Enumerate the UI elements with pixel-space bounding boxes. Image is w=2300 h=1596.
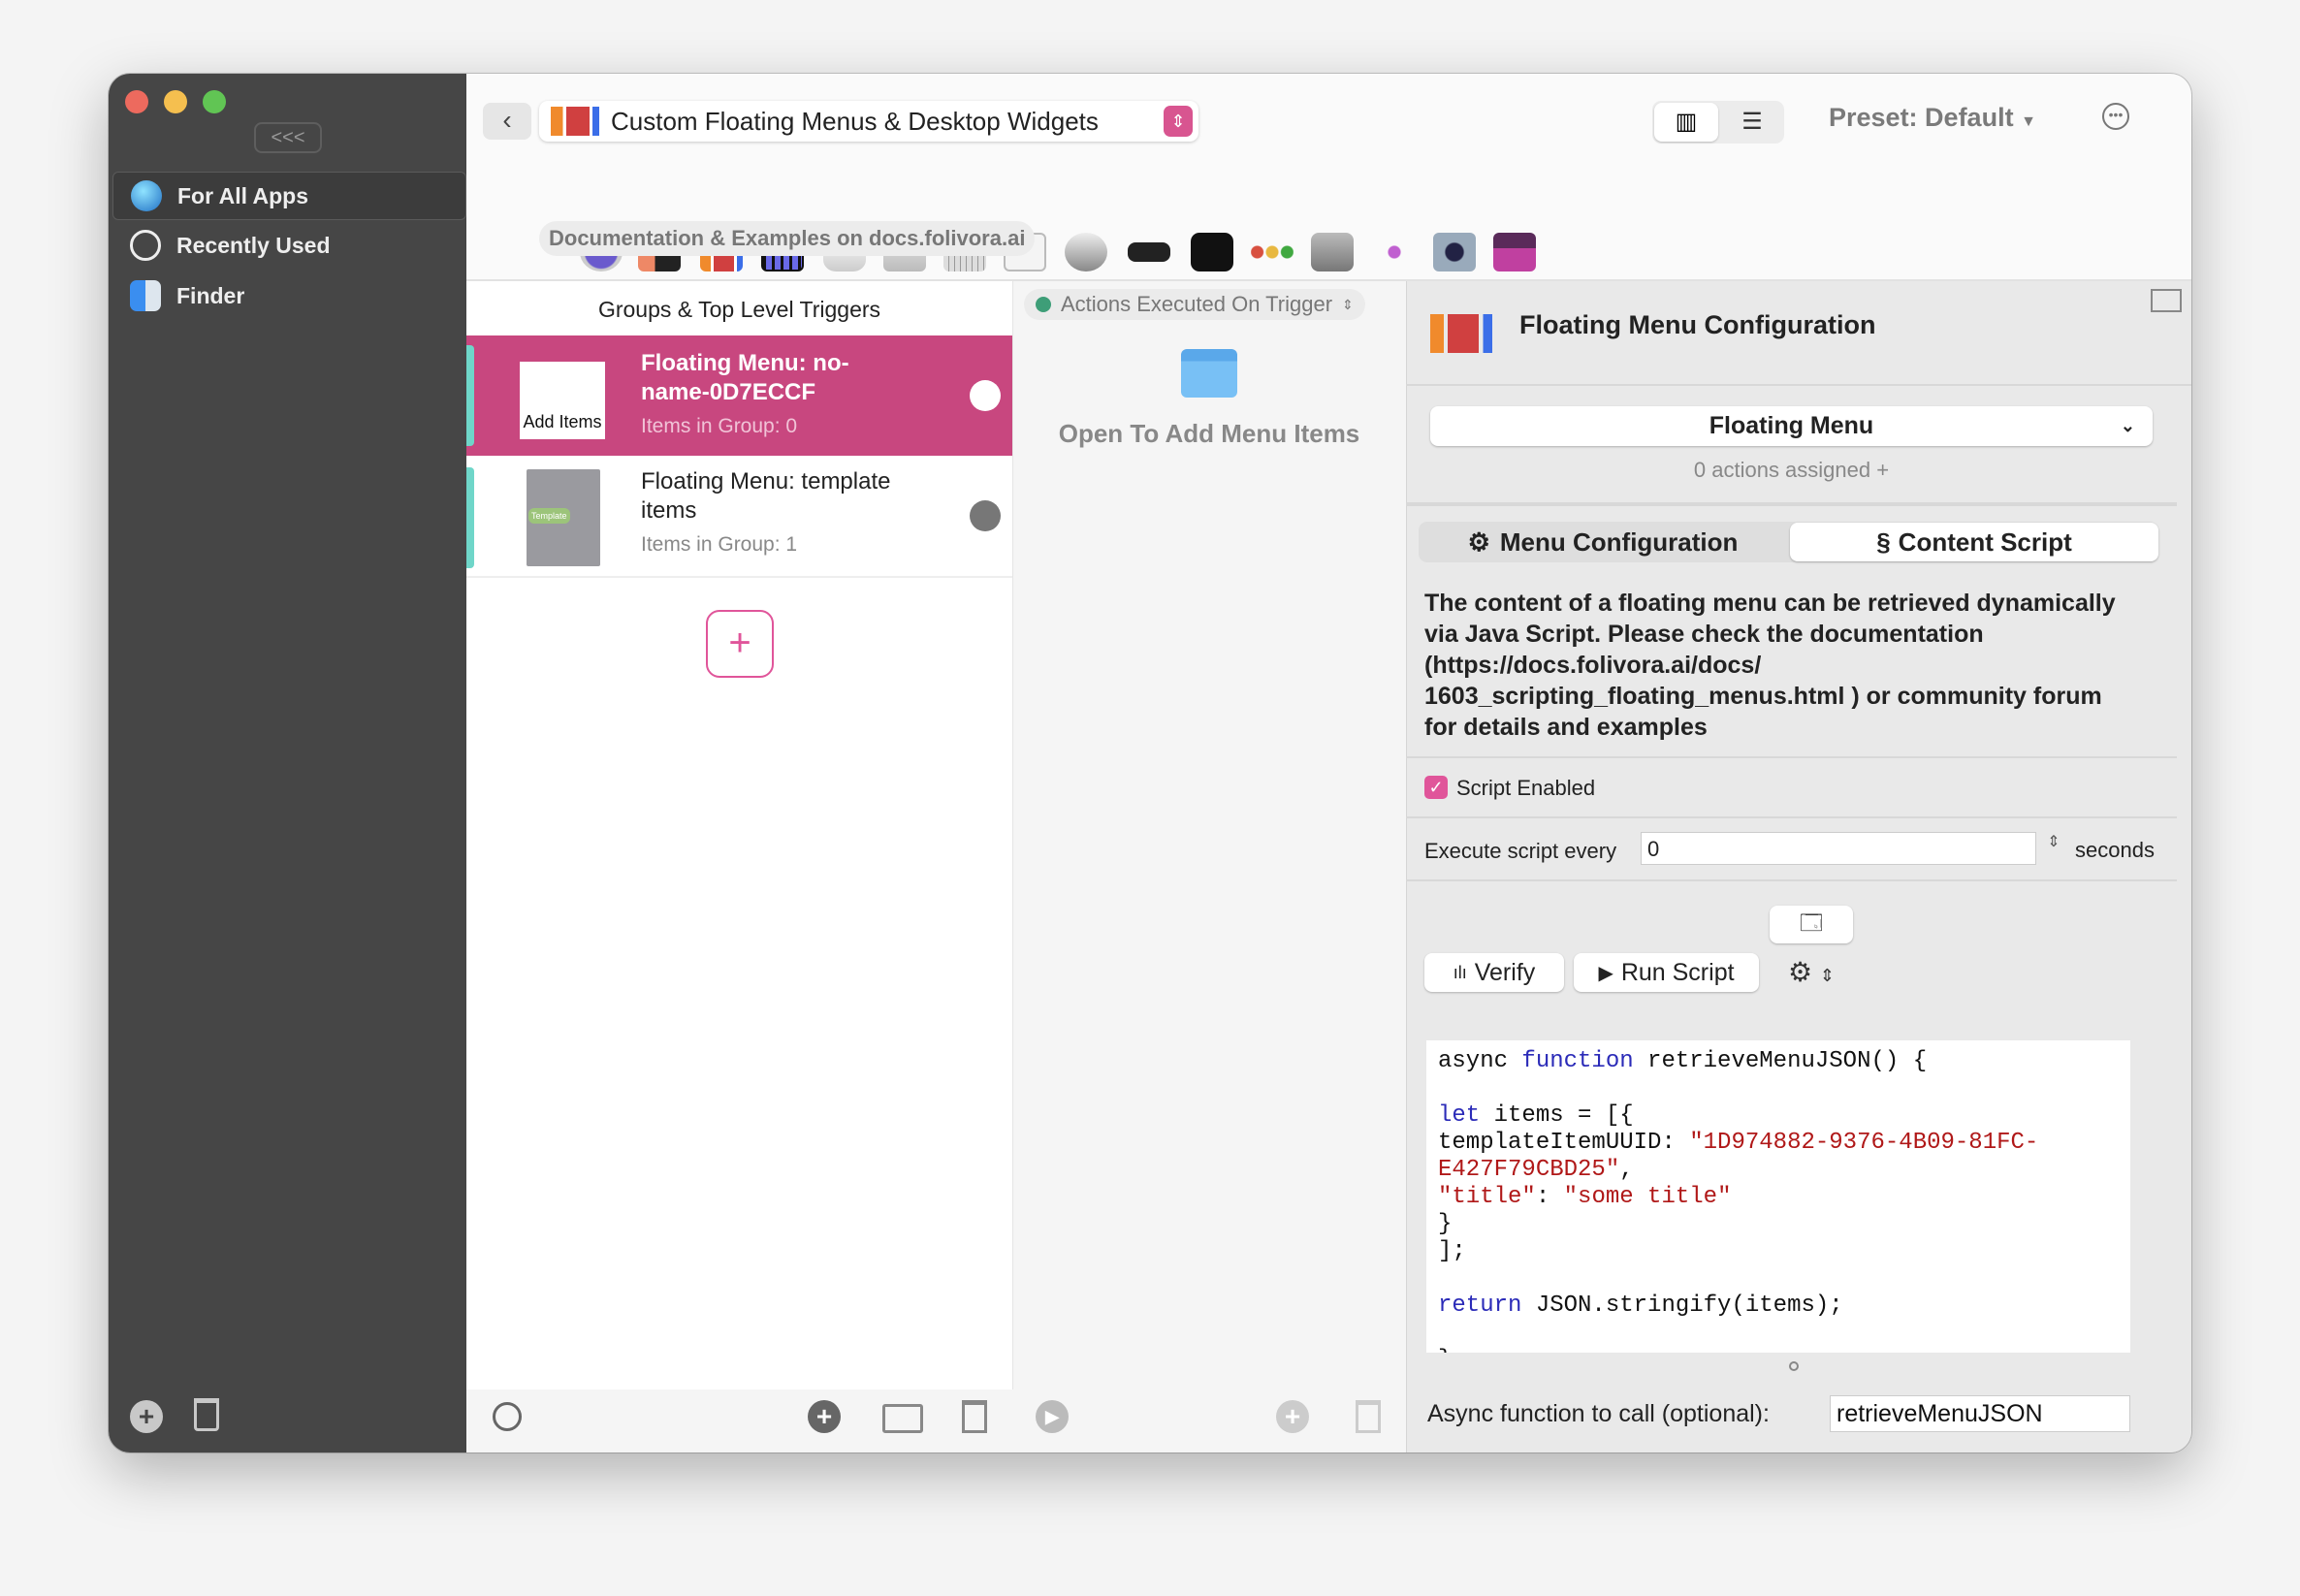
close-button[interactable]	[125, 90, 148, 113]
resize-handle[interactable]	[1789, 1361, 1799, 1371]
add-items-thumbnail: Add Items	[520, 362, 605, 439]
app-window: <<< For All Apps Recently Used Finder + …	[109, 74, 2191, 1452]
finder-icon	[130, 280, 161, 311]
trash-icon[interactable]	[194, 1398, 219, 1431]
back-button[interactable]: ‹	[483, 103, 531, 140]
other-icon[interactable]	[1493, 233, 1536, 271]
play-icon: ▶	[1598, 962, 1613, 984]
globe-icon	[131, 180, 162, 211]
minimize-button[interactable]	[164, 90, 187, 113]
script-icon: §	[1876, 527, 1891, 557]
folder-icon	[1181, 349, 1237, 398]
script-enabled-label: Script Enabled	[1456, 776, 1596, 800]
script-enabled-checkbox[interactable]: ✓	[1424, 776, 1448, 799]
clock-icon	[130, 230, 161, 261]
detach-window-icon[interactable]	[2151, 289, 2182, 312]
config-title: Floating Menu Configuration	[1519, 310, 1876, 339]
sidebar-item-label: Finder	[176, 282, 245, 308]
new-folder-icon[interactable]	[882, 1404, 923, 1433]
add-trigger-button[interactable]: +	[808, 1400, 841, 1433]
add-group-button[interactable]: +	[706, 610, 774, 678]
preset-selector[interactable]: Preset: Default ▼	[1829, 103, 2036, 133]
remote-icon[interactable]	[1128, 242, 1170, 262]
groups-header: Groups & Top Level Triggers	[597, 297, 881, 322]
trigger-type-selector[interactable]: Custom Floating Menus & Desktop Widgets …	[539, 101, 1198, 142]
zoom-button[interactable]	[203, 90, 226, 113]
seconds-label: seconds	[2075, 838, 2155, 862]
execute-interval-input[interactable]: 0	[1641, 832, 2036, 865]
mouse-icon[interactable]	[1065, 233, 1107, 271]
trash-icon[interactable]	[962, 1400, 987, 1433]
siri-remote-icon[interactable]	[1433, 233, 1476, 271]
gears-icon: ⚙	[1467, 527, 1490, 557]
script-editor[interactable]: async function retrieveMenuJSON() { let …	[1426, 1040, 2130, 1353]
run-script-button[interactable]: ▶ Run Script	[1574, 953, 1759, 992]
tab-content-script[interactable]: § Content Script	[1790, 523, 2158, 561]
config-tabs: ⚙ Menu Configuration § Content Script	[1419, 522, 2158, 562]
bottom-toolbar	[466, 1389, 1406, 1452]
open-folder-icon[interactable]	[970, 500, 1001, 531]
group-title: Floating Menu: no-name-0D7ECCF	[641, 350, 849, 405]
interval-stepper[interactable]: ⇕	[2044, 832, 2063, 865]
trash-icon[interactable]	[1356, 1400, 1381, 1433]
open-to-add-label[interactable]: Open To Add Menu Items	[1012, 419, 1406, 449]
group-subtitle: Items in Group: 1	[641, 533, 798, 556]
async-function-label: Async function to call (optional):	[1427, 1400, 1770, 1427]
floating-menu-icon	[1430, 314, 1492, 353]
trigger-type-dropdown[interactable]: Floating Menu ⌄	[1430, 406, 2153, 446]
list-view-button[interactable]: ☰	[1720, 103, 1784, 142]
up-down-chevron-icon: ⇕	[1164, 106, 1193, 137]
template-thumbnail: Template	[527, 469, 600, 566]
collapse-sidebar-button[interactable]: <<<	[254, 122, 322, 153]
notch-icon[interactable]	[1191, 233, 1233, 271]
content-script-description: The content of a floating menu can be re…	[1424, 590, 2116, 741]
preset-label: Preset: Default	[1829, 103, 2014, 132]
floating-menu-icon	[551, 107, 599, 136]
trigger-type-label: Custom Floating Menus & Desktop Widgets	[611, 106, 1099, 136]
waveform-icon: ılı	[1453, 962, 1467, 982]
group-row[interactable]: Template Floating Menu: template items I…	[466, 458, 1012, 578]
group-subtitle: Items in Group: 0	[641, 415, 798, 437]
sidebar: <<< For All Apps Recently Used Finder +	[109, 74, 466, 1452]
docs-link[interactable]: Documentation & Examples on docs.folivor…	[539, 221, 1036, 256]
script-settings-gear-icon[interactable]: ⚙ ⇕	[1788, 956, 1835, 988]
view-mode-toggle: ▥ ☰	[1652, 101, 1784, 144]
group-row-selected[interactable]: Add Items Floating Menu: no-name-0D7ECCF…	[466, 335, 1012, 456]
sidebar-item-finder[interactable]: Finder	[112, 271, 466, 320]
add-app-button[interactable]: +	[130, 1400, 163, 1433]
open-folder-icon[interactable]	[970, 380, 1001, 411]
columns-view-button[interactable]: ▥	[1654, 103, 1718, 142]
tab-menu-configuration[interactable]: ⚙ Menu Configuration	[1419, 522, 1787, 562]
search-icon[interactable]	[493, 1402, 522, 1431]
open-editor-window-button[interactable]: 🗔	[1770, 906, 1853, 943]
play-icon[interactable]: ▶	[1036, 1400, 1069, 1433]
drawing-icon[interactable]	[1373, 233, 1416, 271]
actions-assigned-link[interactable]: 0 actions assigned +	[1406, 458, 2177, 483]
sidebar-item-label: For All Apps	[177, 182, 309, 208]
midi-icon[interactable]	[1311, 233, 1354, 271]
actions-trigger-selector[interactable]: Actions Executed On Trigger ⇕	[1024, 289, 1365, 320]
sidebar-item-for-all-apps[interactable]: For All Apps	[112, 172, 466, 220]
execute-label: Execute script every	[1424, 839, 1617, 863]
more-options-icon[interactable]: •••	[2102, 103, 2129, 130]
traffic-lights-icon[interactable]	[1251, 233, 1294, 271]
async-function-input[interactable]: retrieveMenuJSON	[1830, 1395, 2130, 1432]
sidebar-item-recently-used[interactable]: Recently Used	[112, 221, 466, 270]
sidebar-item-label: Recently Used	[176, 232, 331, 258]
group-title: Floating Menu: template items	[641, 468, 891, 524]
add-action-button[interactable]: +	[1276, 1400, 1309, 1433]
verify-button[interactable]: ılı Verify	[1424, 953, 1564, 992]
